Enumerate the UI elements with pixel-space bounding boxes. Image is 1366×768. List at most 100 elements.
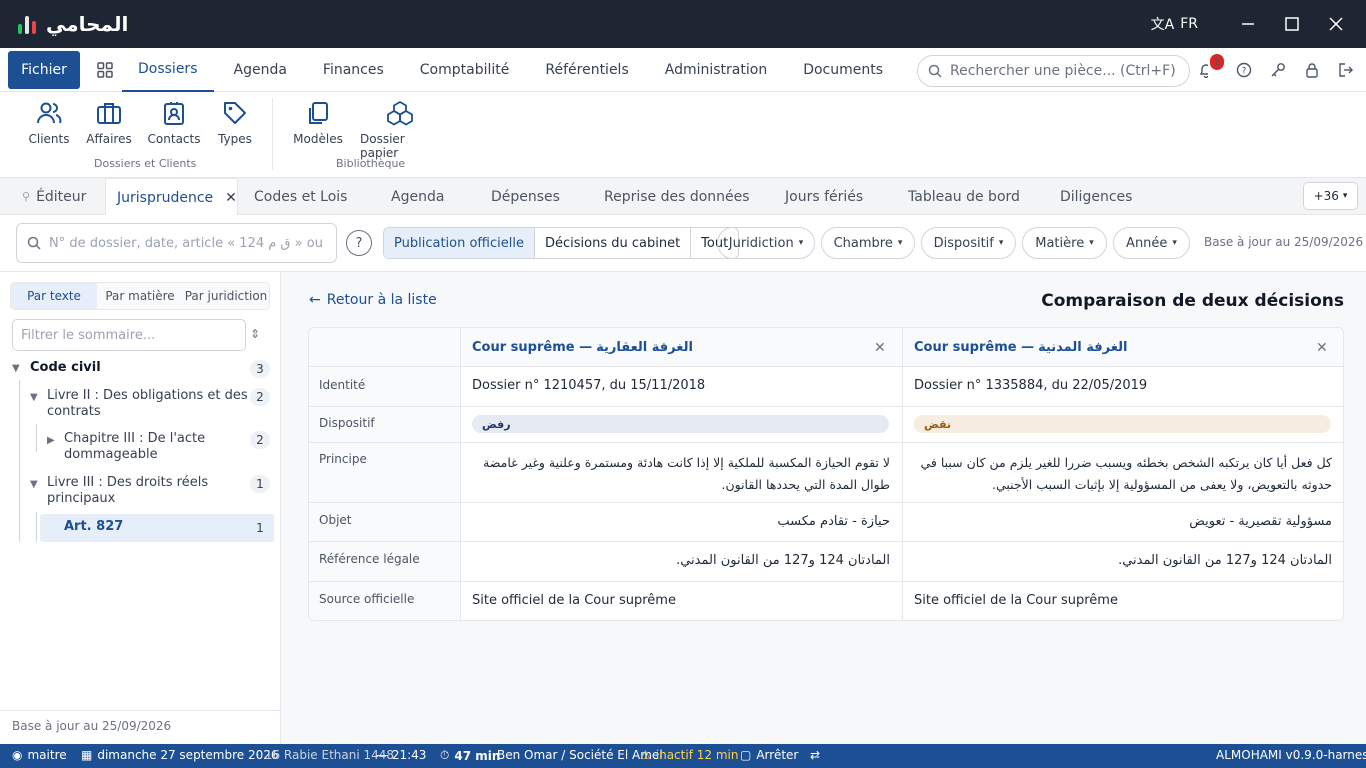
filter-matiere[interactable]: Matière ▾: [1022, 227, 1107, 259]
ribbon-group-dossiers-clients: Dossiers et Clients: [94, 157, 197, 170]
logo-icon: [18, 14, 36, 34]
tab-depenses[interactable]: Dépenses: [491, 178, 560, 215]
more-tabs-button[interactable]: +36 ▾: [1303, 182, 1358, 210]
tab-jurisprudence[interactable]: Jurisprudence ✕: [105, 178, 238, 216]
back-to-list-link[interactable]: ← Retour à la liste: [309, 292, 437, 308]
ribbon-contacts-button[interactable]: Contacts: [148, 100, 200, 146]
tab-tableau-bord[interactable]: Tableau de bord: [908, 178, 1020, 215]
decision-1-objet: حيازة - تقادم مكسب: [777, 514, 890, 529]
sync-button[interactable]: ⇄: [810, 748, 820, 762]
tab-reprise[interactable]: Reprise des données: [604, 178, 750, 215]
filter-juridiction[interactable]: Juridiction ▾: [717, 227, 815, 259]
ribbon: Clients Affaires Contacts Types Dossiers…: [0, 92, 1366, 178]
segment-decisions-cabinet[interactable]: Décisions du cabinet: [535, 228, 692, 258]
collapse-all-icon[interactable]: ⇕: [250, 327, 260, 341]
tree-item-livre-3[interactable]: Livre III : Des droits réels principaux: [47, 475, 208, 507]
base-update-date: Base à jour au 25/09/2026: [1204, 235, 1364, 249]
key-icon: [1271, 63, 1285, 77]
status-inactive: ⚠ inactif 12 min: [640, 748, 738, 762]
minimize-button[interactable]: [1226, 0, 1270, 48]
translate-icon: 文A: [1150, 17, 1175, 33]
ribbon-group-bibliotheque: Bibliothèque: [336, 157, 406, 170]
tree-guide-line: [36, 424, 37, 452]
logout-button[interactable]: [1334, 62, 1358, 78]
tree-count-livre-3: 1: [250, 475, 270, 493]
status-hijri-text: 16 Rabie Ethani 1448: [264, 748, 395, 762]
tree-item-art-827[interactable]: Art. 827: [64, 519, 123, 534]
status-timer[interactable]: ⏱ 47 min: [440, 748, 500, 763]
source-segmented-control: Publication officielle Décisions du cabi…: [383, 227, 740, 259]
tree-item-chapitre-3[interactable]: Chapitre III : De l'acte dommageable: [64, 431, 205, 463]
bell-icon: [1199, 64, 1208, 78]
remove-decision-2-icon[interactable]: ✕: [1316, 340, 1328, 356]
tab-jours-feries[interactable]: Jours fériés: [785, 178, 863, 215]
ribbon-dossier-papier-button[interactable]: Dossier papier: [360, 100, 440, 160]
chevron-down-icon[interactable]: ▼: [12, 363, 20, 374]
jurisprudence-search-input[interactable]: N° de dossier, date, article « 124 ق م »…: [16, 223, 337, 263]
global-search-input[interactable]: Rechercher une pièce... (Ctrl+F): [917, 55, 1190, 87]
summary-filter-input[interactable]: Filtrer le sommaire...: [12, 319, 246, 351]
decision-2-reference: المادتان 124 و127 من القانون المدني.: [1118, 553, 1332, 568]
lock-button[interactable]: [1300, 62, 1324, 78]
segment-publication-officielle[interactable]: Publication officielle: [384, 228, 535, 258]
sidebar-tab-par-texte[interactable]: Par texte: [11, 283, 97, 309]
menu-finances[interactable]: Finances: [307, 48, 400, 92]
maximize-button[interactable]: [1270, 0, 1314, 48]
sidebar-tab-par-matiere[interactable]: Par matière: [97, 283, 183, 309]
help-button[interactable]: ?: [1232, 62, 1256, 78]
tab-editeur[interactable]: ⚲ Éditeur: [22, 178, 86, 215]
menu-agenda[interactable]: Agenda: [214, 48, 307, 92]
tree-item-livre-2[interactable]: Livre II : Des obligations et des contra…: [47, 388, 248, 420]
ribbon-affaires-button[interactable]: Affaires: [86, 100, 132, 146]
tree-item-code-civil[interactable]: Code civil: [30, 360, 101, 375]
filter-dispositif[interactable]: Dispositif ▾: [921, 227, 1016, 259]
language-switch[interactable]: 文A FR: [1151, 14, 1198, 34]
chevron-right-icon[interactable]: ▶: [47, 435, 55, 446]
stop-timer-button[interactable]: ▢ Arrêter: [740, 748, 798, 762]
decision-1-principe: لا تقوم الحيازة المكسبة للملكية إلا إذا …: [472, 452, 890, 496]
menu-administration[interactable]: Administration: [645, 48, 787, 92]
chevron-down-icon[interactable]: ▼: [30, 479, 38, 490]
apps-grid-icon[interactable]: [94, 61, 116, 78]
tab-codes-lois[interactable]: Codes et Lois: [254, 178, 347, 215]
ribbon-types-button[interactable]: Types: [217, 100, 253, 146]
search-help-button[interactable]: ?: [346, 230, 372, 256]
filter-annee[interactable]: Année ▾: [1113, 227, 1190, 259]
column-2-chamber: الغرفة المدنية: [1038, 340, 1128, 355]
fichier-button[interactable]: Fichier: [8, 50, 80, 89]
arrow-left-icon: ←: [309, 292, 321, 308]
tab-diligences[interactable]: Diligences: [1060, 178, 1132, 215]
tab-agenda[interactable]: Agenda: [391, 178, 444, 215]
notifications-button[interactable]: 1: [1198, 54, 1224, 78]
tree-guide-line: [36, 512, 37, 542]
chevron-down-icon[interactable]: ▼: [30, 392, 38, 403]
close-tab-icon[interactable]: ✕: [225, 190, 237, 206]
ribbon-clients-button[interactable]: Clients: [29, 100, 70, 146]
minimize-icon: [1242, 23, 1254, 25]
decision-1-dispositif-badge: رفض: [472, 415, 889, 433]
more-tabs-count: +36: [1313, 189, 1339, 203]
row-divider: [309, 442, 1343, 443]
status-date: ▦ dimanche 27 septembre 2026: [81, 748, 278, 762]
close-window-button[interactable]: [1314, 0, 1358, 48]
filter-chambre[interactable]: Chambre ▾: [821, 227, 915, 259]
tree-item-livre-3-line1: Livre III : Des droits réels: [47, 475, 209, 490]
status-user-name: maitre: [27, 748, 67, 762]
ribbon-modeles-button[interactable]: Modèles: [293, 100, 343, 146]
decision-1-principe-line2: طوال المدة التي يحددها القانون.: [721, 477, 890, 492]
sidebar-tab-par-juridiction[interactable]: Par juridiction: [183, 283, 269, 309]
menu-comptabilite[interactable]: Comptabilité: [400, 48, 530, 92]
timer-icon: ⏱: [440, 748, 450, 762]
remove-decision-1-icon[interactable]: ✕: [874, 340, 886, 356]
status-timer-value: 47 min: [454, 748, 501, 763]
menu-documents[interactable]: Documents: [787, 48, 899, 92]
menu-dossiers[interactable]: Dossiers: [122, 48, 214, 92]
status-date-text: dimanche 27 septembre 2026: [97, 748, 279, 762]
menu-referentiels[interactable]: Référentiels: [529, 48, 644, 92]
chevron-down-icon: ▾: [897, 238, 903, 248]
status-user[interactable]: ◉ maitre: [12, 748, 67, 762]
decision-1-principe-line1: لا تقوم الحيازة المكسبة للملكية إلا إذا …: [483, 455, 890, 470]
key-button[interactable]: [1266, 62, 1290, 78]
row-label-dispositif: Dispositif: [319, 416, 375, 430]
tree-guide-line: [19, 380, 20, 542]
